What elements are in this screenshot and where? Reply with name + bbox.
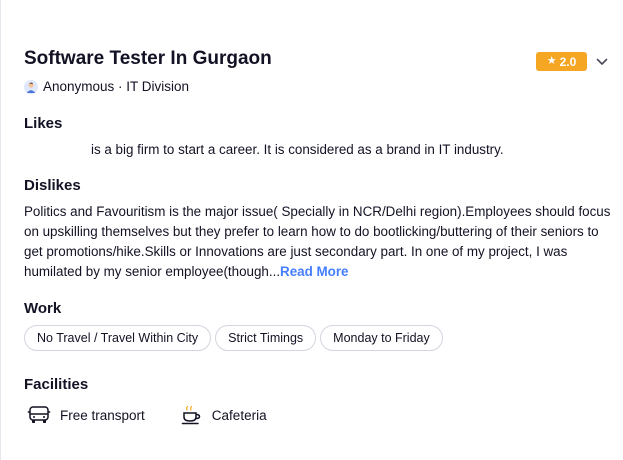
facility-label: Free transport — [60, 407, 145, 423]
facility-item: Free transport — [27, 404, 145, 426]
star-icon: ★ — [546, 55, 557, 67]
dislikes-heading: Dislikes — [24, 177, 81, 194]
review-author: Anonymous · IT Division — [24, 79, 189, 94]
work-heading: Work — [24, 300, 62, 317]
review-title: Software Tester In Gurgaon — [24, 48, 272, 69]
work-tag: Strict Timings — [215, 325, 317, 351]
work-tag: No Travel / Travel Within City — [24, 325, 212, 351]
facilities-heading: Facilities — [24, 376, 89, 393]
dislikes-text: Politics and Favouritism is the major is… — [24, 202, 619, 282]
chevron-down-icon[interactable] — [595, 55, 609, 69]
likes-text: is a big firm to start a career. It is c… — [91, 142, 504, 157]
rating-badge: ★ 2.0 — [536, 52, 587, 71]
author-text: Anonymous · IT Division — [43, 79, 190, 94]
facility-item: Cafeteria — [181, 404, 267, 426]
rating-value: 2.0 — [559, 54, 577, 69]
likes-heading: Likes — [24, 115, 63, 132]
coffee-cup-icon — [181, 405, 201, 425]
facilities-list: Free transport Cafeteria — [27, 404, 267, 426]
review-card: Software Tester In Gurgaon ★ 2.0 Anonymo… — [0, 0, 623, 460]
work-tag: Monday to Friday — [320, 325, 443, 351]
work-tags: No Travel / Travel Within City Strict Ti… — [24, 325, 443, 351]
facility-label: Cafeteria — [211, 407, 267, 423]
bus-icon — [27, 406, 51, 423]
avatar-icon — [24, 79, 38, 94]
read-more-link[interactable]: Read More — [280, 264, 348, 279]
